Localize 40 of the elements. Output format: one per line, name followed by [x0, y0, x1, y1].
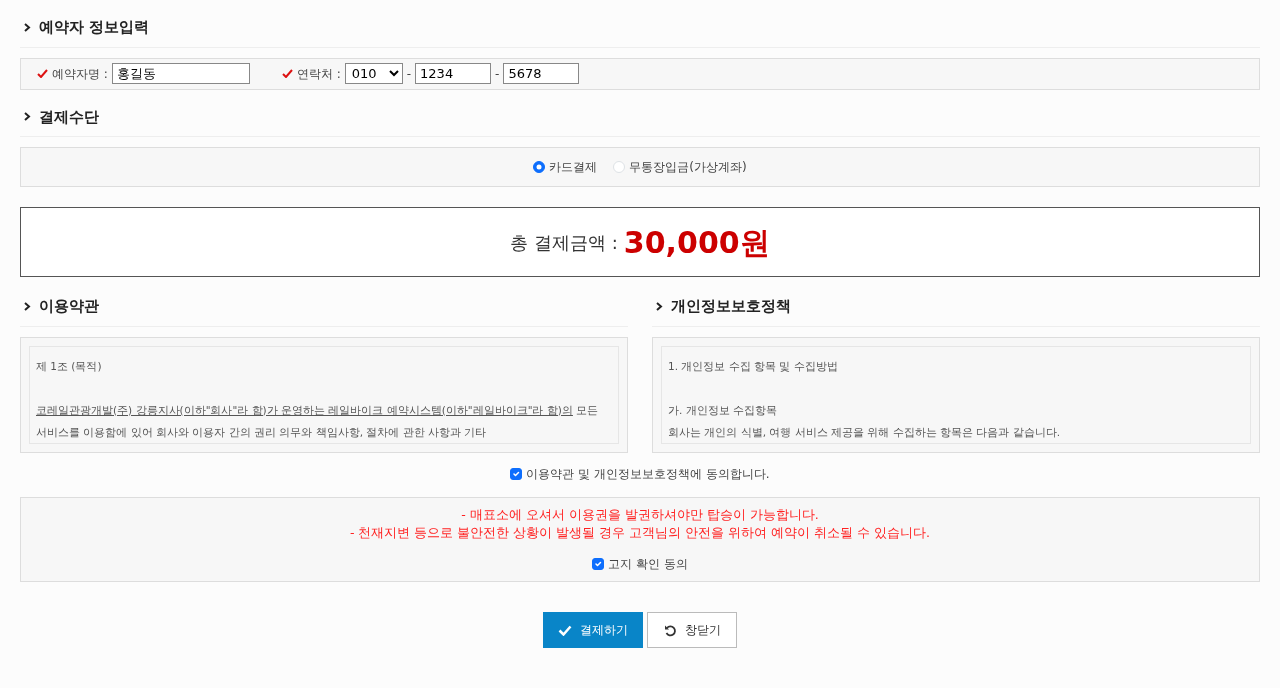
chevron-icon — [656, 301, 663, 311]
section-title: 예약자 정보입력 — [39, 17, 150, 38]
agree-label: 이용약관 및 개인정보보호정책에 동의합니다. — [526, 465, 770, 483]
section-title: 이용약관 — [39, 296, 99, 317]
chevron-icon — [24, 112, 31, 122]
privacy-text-line: 가. 개인정보 수집항목 — [668, 402, 778, 418]
terms-text-box[interactable]: 제 1조 (목적) 코레일관광개발(주) 강릉지사(이하"회사"라 함)가 운영하는 레일바이크 예약시스템(이하"레일바이크"라 함)의 모든 서비스를 이용함에 있어 회사와 이용자 간의 권리 의무와 책임사항, 절차에 관한 사항과 기타 — [29, 345, 619, 444]
required-check-icon — [37, 69, 48, 78]
section-title: 결제수단 — [39, 106, 99, 128]
checkbox[interactable] — [510, 467, 523, 480]
pay-button[interactable]: 결제하기 — [543, 612, 643, 648]
radio-label: 무통장입금(가상계좌) — [629, 159, 747, 176]
required-check-icon — [281, 69, 293, 78]
confirm-label: 고지 확인 동의 — [608, 556, 688, 573]
name-input[interactable]: 홍길동 — [111, 63, 250, 84]
terms-heading: 제 1조 (목적) — [36, 358, 103, 374]
notice-text: - 매표소에 오셔서 이용권을 발권하셔야만 탑승이 가능합니다. — [460, 505, 820, 524]
close-button[interactable]: 창닫기 — [647, 612, 737, 648]
separator-text: - — [406, 65, 412, 83]
phone-input[interactable]: 1234 — [415, 63, 492, 84]
chevron-icon — [24, 22, 31, 32]
privacy-text-box[interactable]: 1. 개인정보 수집 항목 및 수집방법 가. 개인정보 수집항목 회사는 개인의 식별, 여행 서비스 제공을 위해 수집하는 항목은 다음과 같습니다. — [661, 345, 1251, 444]
notice-text: - 천재지변 등으로 불안전한 상황이 발생될 경우 고객님의 안전을 위하여 예약이 취소될 수 있습니다. — [348, 524, 932, 543]
privacy-text-line: 1. 개인정보 수집 항목 및 수집방법 — [668, 358, 839, 374]
total-amount: 30,000원 — [623, 223, 770, 262]
checkbox[interactable] — [592, 558, 605, 570]
radio-label: 카드결제 — [549, 159, 598, 176]
undo-icon — [663, 623, 677, 637]
check-icon — [558, 624, 572, 636]
total-label: 총 결제금액 : — [510, 230, 618, 255]
privacy-text-line: 회사는 개인의 식별, 여행 서비스 제공을 위해 수집하는 항목은 다음과 같습니다. — [668, 424, 1062, 440]
separator-text: - — [495, 65, 500, 83]
field-label: 예약자명 : — [52, 65, 108, 83]
chevron-icon — [24, 301, 31, 311]
terms-paragraph: 코레일관광개발(주) 강릉지사(이하"회사"라 함)가 운영하는 레일바이크 예약시스템(이하"레일바이크"라 함)의 모든 서비스를 이용함에 있어 회사와 이용자 간의 권리 의무와 책임사항, 절차에 관한 사항과 기타 — [36, 402, 600, 440]
radio-button[interactable] — [533, 161, 546, 173]
phone-input[interactable]: 5678 — [503, 63, 580, 84]
field-label: 연락처 : — [296, 65, 341, 83]
phone-prefix-select[interactable]: 010 — [344, 63, 403, 84]
section-title: 개인정보보호정책 — [671, 296, 791, 317]
